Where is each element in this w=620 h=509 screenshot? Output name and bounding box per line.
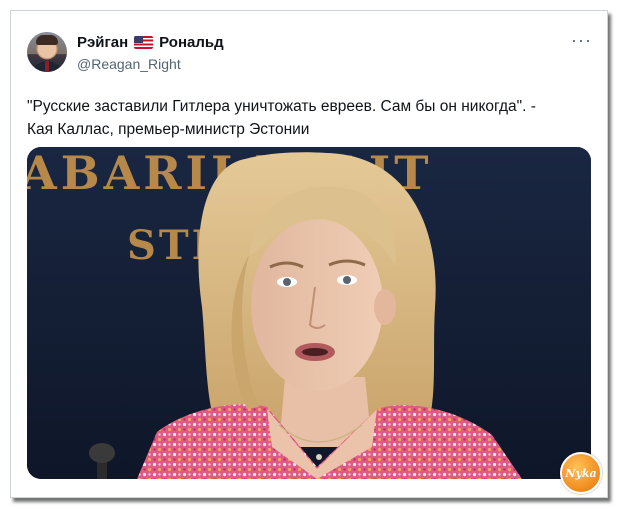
avatar-hair: [36, 35, 58, 45]
tweet-photo[interactable]: ABARII VALIT STEN MAJA: [27, 147, 591, 479]
author-name-first: Рэйган: [77, 34, 129, 51]
author-name[interactable]: Рэйган Рональд: [77, 34, 224, 51]
necklace-pendant: [316, 454, 322, 460]
site-watermark-logo: Nyka: [560, 452, 602, 494]
ear: [374, 289, 396, 325]
tweet-text-line-2: Кая Каллас, премьер-министр Эстонии: [27, 121, 310, 138]
face: [251, 219, 383, 391]
tweet-card: Рэйган Рональд @Reagan_Right ··· "Русски…: [10, 10, 608, 498]
us-flag-icon: [134, 36, 154, 49]
tweet-text: "Русские заставили Гитлера уничтожать ев…: [27, 95, 593, 141]
more-options-icon[interactable]: ···: [571, 31, 592, 49]
author-name-second: Рональд: [159, 34, 224, 51]
tweet-text-line-1: "Русские заставили Гитлера уничтожать ев…: [27, 98, 536, 115]
press-conference-photo: ABARII VALIT STEN MAJA: [27, 147, 591, 479]
avatar-tie: [45, 61, 49, 72]
author-avatar[interactable]: [27, 32, 67, 72]
author-handle[interactable]: @Reagan_Right: [77, 56, 181, 72]
